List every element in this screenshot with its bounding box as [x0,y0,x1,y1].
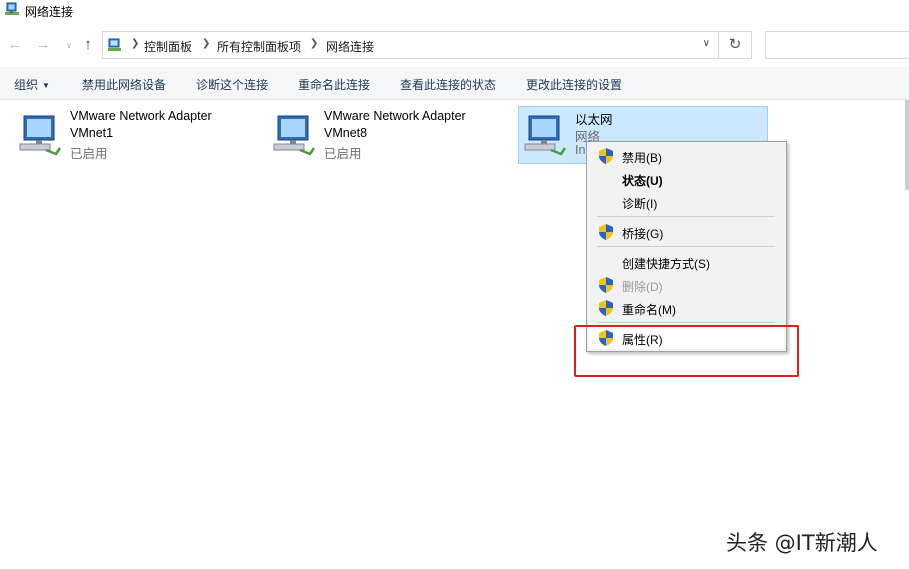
uac-shield-icon [599,224,613,240]
organize-label: 组织 [14,78,39,92]
adapter-name: VMware Network Adapter [324,109,466,123]
uac-shield-icon [599,148,613,164]
network-adapter-icon [524,115,567,156]
breadcrumb-separator-icon: ❯ [310,38,319,49]
refresh-button[interactable]: ↻ [719,31,752,59]
watermark-text: 头条 @IT新潮人 [726,531,878,555]
adapter-status: 已启用 [324,147,362,161]
dropdown-caret-icon: ▼ [42,81,50,90]
uac-shield-icon [599,277,613,293]
adapter-status: In [575,143,586,157]
menu-item-label: 重命名(M) [622,303,676,317]
menu-item-label: 桥接(G) [622,227,664,241]
rename-connection-button[interactable]: 重命名此连接 [298,76,370,93]
command-bar: 组织 ▼ 禁用此网络设备 诊断这个连接 重命名此连接 查看此连接的状态 更改此连接… [0,67,909,100]
menu-item-delete: 删除(D) [589,274,784,296]
window-title: 网络连接 [25,5,74,19]
network-adapter-icon [19,115,62,156]
menu-item-label: 创建快捷方式(S) [622,257,710,271]
diagnose-connection-button[interactable]: 诊断这个连接 [196,76,268,93]
adapter-item-vmnet1[interactable]: VMware Network Adapter VMnet1 已启用 [4,106,254,164]
adapter-item-vmnet8[interactable]: VMware Network Adapter VMnet8 已启用 [258,106,508,164]
adapter-status: 已启用 [70,147,108,161]
menu-separator [597,246,775,247]
recent-locations-chevron-icon[interactable]: ∨ [60,36,78,54]
scrollbar-edge[interactable] [905,100,909,190]
breadcrumb-control-panel[interactable]: 控制面板 [144,38,192,55]
change-settings-button[interactable]: 更改此连接的设置 [526,76,622,93]
adapter-name: VMware Network Adapter [70,109,212,123]
menu-item-diagnose[interactable]: 诊断(I) [589,191,784,213]
network-connections-icon [5,2,19,15]
address-row: ← → ∨ ↑ ❯ 控制面板 ❯ 所有控制面板项 ❯ 网络连接 ∨ ↻ [0,30,909,62]
up-arrow-icon[interactable]: ↑ [79,36,97,54]
adapter-device: VMnet1 [70,126,114,140]
address-bar[interactable]: ❯ 控制面板 ❯ 所有控制面板项 ❯ 网络连接 ∨ [102,31,719,59]
menu-item-label: 诊断(I) [622,197,658,211]
menu-item-create-shortcut[interactable]: 创建快捷方式(S) [589,251,784,273]
breadcrumb-separator-icon: ❯ [202,38,211,49]
menu-item-label: 禁用(B) [622,151,662,165]
disable-device-button[interactable]: 禁用此网络设备 [82,76,166,93]
breadcrumb-network-connections[interactable]: 网络连接 [326,38,374,55]
menu-item-label: 状态(U) [622,174,663,188]
organize-menu[interactable]: 组织 ▼ [14,76,50,93]
network-adapter-icon [273,115,316,156]
view-status-button[interactable]: 查看此连接的状态 [400,76,496,93]
menu-separator [597,216,775,217]
breadcrumb-all-items[interactable]: 所有控制面板项 [217,38,301,55]
menu-item-disable[interactable]: 禁用(B) [589,145,784,167]
title-bar: 网络连接 [0,0,909,24]
control-panel-icon [108,38,121,51]
forward-arrow-icon[interactable]: → [34,36,52,54]
menu-item-rename[interactable]: 重命名(M) [589,297,784,319]
menu-item-label: 删除(D) [622,280,663,294]
adapter-device: VMnet8 [324,126,368,140]
menu-separator [597,322,775,323]
refresh-icon: ↻ [728,36,742,53]
context-menu: 禁用(B) 状态(U) 诊断(I) 桥接(G) 创建快捷方式(S) 删除(D) … [586,141,787,352]
uac-shield-icon [599,300,613,316]
back-arrow-icon[interactable]: ← [6,36,24,54]
address-dropdown-chevron-icon[interactable]: ∨ [703,38,710,49]
menu-item-status[interactable]: 状态(U) [589,168,784,190]
breadcrumb-separator-icon: ❯ [131,38,140,49]
search-input[interactable] [765,31,909,59]
red-highlight-annotation [574,325,799,377]
menu-item-bridge[interactable]: 桥接(G) [589,221,784,243]
